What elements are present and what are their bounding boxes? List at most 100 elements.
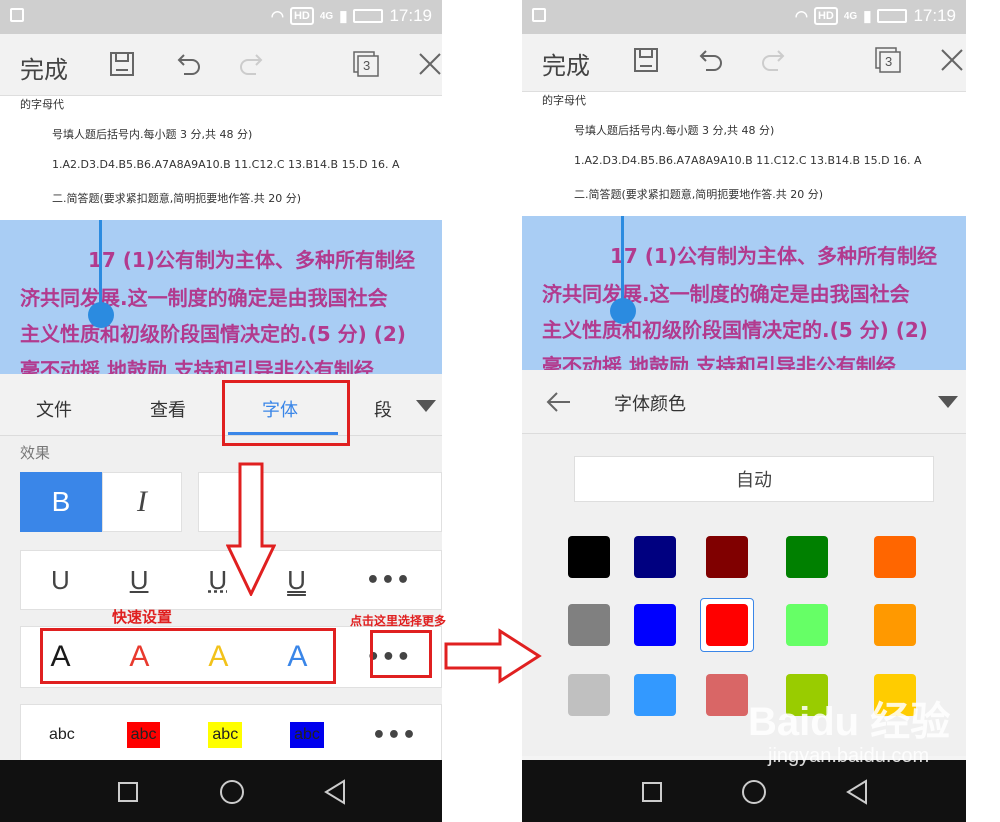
home-icon[interactable]	[220, 780, 244, 804]
no-underline-button[interactable]: U	[51, 565, 70, 596]
bold-button[interactable]: B	[20, 472, 102, 532]
tab-view[interactable]: 查看	[150, 396, 186, 422]
tab-file[interactable]: 文件	[36, 396, 72, 422]
undo-icon[interactable]	[694, 44, 726, 76]
done-button[interactable]: 完成	[542, 46, 590, 81]
more-button-highlight-box	[370, 630, 432, 678]
expand-triangle-icon[interactable]	[416, 400, 436, 412]
recent-apps-icon[interactable]	[118, 782, 138, 802]
watermark-brand: Baidu 经验	[748, 700, 951, 744]
battery-icon	[877, 9, 908, 23]
image-notification-icon	[10, 8, 24, 22]
back-icon[interactable]	[844, 778, 870, 810]
pages-icon[interactable]: 3	[872, 44, 904, 76]
color-swatch[interactable]	[786, 536, 828, 578]
color-swatch[interactable]	[706, 674, 748, 716]
hd-badge: HD	[289, 7, 314, 25]
close-icon[interactable]	[936, 44, 966, 76]
selected-text-line: 毫不动摇 地鼓励 支持和引导非公有制经	[542, 354, 896, 372]
auto-color-button[interactable]: 自动	[574, 456, 934, 502]
right-arrow-annotation	[444, 628, 542, 684]
redo-icon[interactable]	[758, 44, 790, 76]
undo-icon[interactable]	[172, 48, 204, 80]
double-underline-button[interactable]: U	[287, 565, 306, 596]
save-icon[interactable]	[630, 44, 662, 76]
selection-cursor	[99, 220, 102, 306]
selected-text-line: 济共同发展.这一制度的确定是由我国社会	[20, 286, 388, 310]
font-panel: 效果 B I U U U U ••• A A A A ••• abc abc a…	[0, 436, 442, 766]
underline-button[interactable]: U	[130, 565, 149, 596]
back-icon[interactable]	[322, 778, 348, 810]
color-swatch[interactable]	[786, 604, 828, 646]
status-time: 17:19	[389, 6, 432, 25]
color-swatch[interactable]	[634, 674, 676, 716]
page-count: 3	[363, 58, 371, 73]
recent-apps-icon[interactable]	[642, 782, 662, 802]
color-swatch[interactable]	[634, 604, 676, 646]
signal-icon: ▮	[863, 8, 872, 25]
highlight-row: abc abc abc abc •••	[20, 704, 442, 766]
network-type: 4G	[843, 10, 858, 22]
quick-colors-highlight-box	[40, 628, 336, 684]
ribbon-tabs: 文件 查看 字体 段	[0, 374, 442, 436]
dotted-underline-button[interactable]: U	[208, 565, 227, 596]
highlight-yellow[interactable]: abc	[208, 722, 243, 748]
doc-line: 1.A2.D3.D4.B5.B6.A7A8A9A10.B 11.C12.C 13…	[574, 154, 922, 167]
editor-toolbar: 完成 3	[522, 34, 966, 92]
highlight-blue[interactable]: abc	[290, 722, 324, 748]
font-tab-highlight-box	[222, 380, 350, 446]
click-more-label: 点击这里选择更多	[350, 614, 447, 628]
network-type: 4G	[319, 10, 334, 22]
color-swatch[interactable]	[568, 536, 610, 578]
more-highlight-button[interactable]: •••	[372, 723, 417, 748]
doc-line: 的字母代	[542, 94, 586, 107]
color-swatch[interactable]	[706, 536, 748, 578]
color-swatch[interactable]	[568, 604, 610, 646]
baidu-watermark: Baidu 经验 jingyan.baidu.com	[748, 700, 950, 768]
doc-line: 号填人题后括号内.每小题 3 分,共 48 分)	[52, 128, 253, 141]
collapse-triangle-icon[interactable]	[938, 396, 958, 408]
selected-text-line: 主义性质和初级阶段国情决定的.(5 分) (2)	[542, 318, 928, 342]
right-phone-screen: ◠ HD 4G ▮ 17:19 完成 3 的字母代 号填人题后括号内.每小题 3…	[522, 0, 966, 822]
document-view[interactable]: 的字母代 号填人题后括号内.每小题 3 分,共 48 分) 1.A2.D3.D4…	[0, 96, 442, 376]
arrow-left-icon[interactable]	[544, 388, 572, 420]
selection-handle[interactable]	[610, 298, 636, 324]
hd-badge: HD	[813, 7, 838, 25]
selected-text-line: 17 (1)公有制为主体、多种所有制经	[88, 248, 415, 272]
selection-handle[interactable]	[88, 302, 114, 328]
color-swatch[interactable]	[634, 536, 676, 578]
document-view[interactable]: 的字母代 号填人题后括号内.每小题 3 分,共 48 分) 1.A2.D3.D4…	[522, 92, 966, 372]
color-swatch[interactable]	[874, 604, 916, 646]
effects-label: 效果	[20, 444, 51, 462]
color-swatch[interactable]	[874, 536, 916, 578]
signal-icon: ▮	[339, 8, 348, 25]
status-time: 17:19	[913, 6, 956, 25]
image-notification-icon	[532, 8, 546, 22]
pages-icon[interactable]: 3	[350, 48, 382, 80]
italic-button[interactable]: I	[102, 472, 182, 532]
highlight-red[interactable]: abc	[126, 722, 161, 748]
selected-text-line: 毫不动摇 地鼓励 支持和引导非公有制经	[20, 358, 374, 376]
save-icon[interactable]	[106, 48, 138, 80]
home-icon[interactable]	[742, 780, 766, 804]
color-swatch[interactable]	[568, 674, 610, 716]
wifi-icon: ◠	[270, 8, 284, 25]
color-swatch[interactable]	[706, 604, 748, 646]
status-bar: ◠ HD 4G ▮ 17:19	[0, 0, 442, 34]
battery-icon	[353, 9, 384, 23]
selected-text-line: 17 (1)公有制为主体、多种所有制经	[610, 244, 937, 268]
selected-text-line: 主义性质和初级阶段国情决定的.(5 分) (2)	[20, 322, 406, 346]
highlight-none[interactable]: abc	[45, 722, 79, 748]
done-button[interactable]: 完成	[20, 50, 68, 85]
selected-text-line: 济共同发展.这一制度的确定是由我国社会	[542, 282, 910, 306]
watermark-url: jingyan.baidu.com	[768, 745, 930, 767]
redo-icon[interactable]	[236, 48, 268, 80]
down-arrow-annotation	[226, 462, 276, 596]
doc-line: 的字母代	[20, 98, 64, 111]
font-color-header: 字体颜色	[522, 370, 966, 434]
tab-paragraph[interactable]: 段	[374, 396, 392, 422]
more-underline-button[interactable]: •••	[366, 568, 411, 593]
doc-line: 号填人题后括号内.每小题 3 分,共 48 分)	[574, 124, 775, 137]
close-icon[interactable]	[414, 48, 442, 80]
doc-line: 二.简答题(要求紧扣题意,简明扼要地作答.共 20 分)	[574, 188, 824, 201]
